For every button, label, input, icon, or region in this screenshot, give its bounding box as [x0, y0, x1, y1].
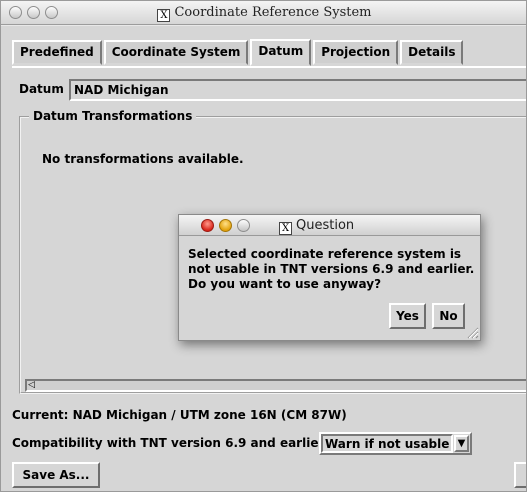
tab-projection[interactable]: Projection — [313, 40, 399, 65]
yes-button[interactable]: Yes — [389, 303, 426, 329]
dialog-message-line: not usable in TNT versions 6.9 and earli… — [188, 262, 475, 276]
crs-window: X Coordinate Reference System Predefined … — [0, 0, 527, 492]
window-titlebar[interactable]: X Coordinate Reference System — [1, 1, 526, 25]
x11-icon: X — [279, 222, 292, 235]
question-dialog: X Question Selected coordinate reference … — [178, 214, 481, 341]
compatibility-label: Compatibility with TNT version 6.9 and e… — [12, 436, 330, 450]
window-title-text: Coordinate Reference System — [174, 5, 372, 20]
x11-icon: X — [157, 9, 171, 22]
dialog-message-line: Do you want to use anyway? — [188, 277, 382, 291]
no-transformations-text: No transformations available. — [42, 152, 244, 166]
save-as-button[interactable]: Save As... — [12, 462, 100, 488]
datum-label: Datum — [19, 82, 64, 96]
dropdown-arrow-icon[interactable]: ▼ — [454, 435, 469, 452]
tab-coordinate-system[interactable]: Coordinate System — [103, 40, 249, 65]
dialog-titlebar[interactable]: X Question — [179, 215, 480, 236]
dialog-title: X Question — [279, 218, 354, 235]
horizontal-scrollbar[interactable]: ◁ — [25, 379, 526, 392]
dialog-title-text: Question — [296, 218, 355, 233]
tab-panel-border — [12, 66, 526, 68]
group-title: Datum Transformations — [29, 109, 197, 123]
compatibility-select[interactable]: Warn if not usable ▼ — [319, 432, 472, 455]
scroll-left-icon[interactable]: ◁ — [28, 381, 35, 390]
dialog-close-icon[interactable] — [201, 219, 214, 232]
dialog-message: Selected coordinate reference system is … — [188, 247, 478, 292]
window-title: X Coordinate Reference System — [1, 5, 526, 22]
tab-bar: Predefined Coordinate System Datum Proje… — [12, 39, 465, 66]
resize-grip-icon[interactable] — [465, 325, 479, 339]
partial-button[interactable] — [514, 462, 526, 488]
datum-field[interactable]: NAD Michigan — [69, 79, 526, 101]
tab-predefined[interactable]: Predefined — [12, 40, 102, 65]
dialog-minimize-icon[interactable] — [219, 219, 232, 232]
no-button[interactable]: No — [432, 303, 465, 329]
dialog-message-line: Selected coordinate reference system is — [188, 247, 462, 261]
compatibility-value: Warn if not usable — [321, 434, 453, 453]
dialog-zoom-icon[interactable] — [237, 219, 250, 232]
current-crs-text: Current: NAD Michigan / UTM zone 16N (CM… — [12, 408, 347, 422]
tab-details[interactable]: Details — [400, 40, 464, 65]
tab-datum[interactable]: Datum — [250, 39, 312, 66]
